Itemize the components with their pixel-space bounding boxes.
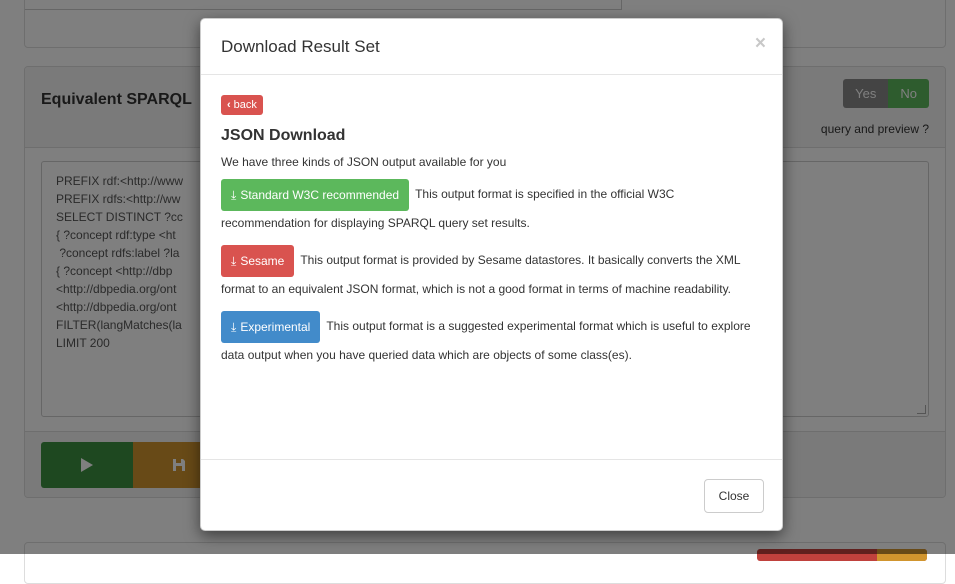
close-button[interactable]: Close <box>704 479 764 513</box>
format-experimental: ⤓ Experimental This output format is a sug… <box>221 311 762 367</box>
download-sesame-label: Sesame <box>240 254 285 268</box>
modal-body: ‹ back JSON Download We have three kinds … <box>221 95 762 367</box>
format-standard: ⤓ Standard W3C recommended This output for… <box>221 179 762 235</box>
download-sesame-button[interactable]: ⤓ Sesame <box>221 245 295 277</box>
back-button[interactable]: ‹ back <box>221 95 263 115</box>
download-icon: ⤓ <box>231 254 237 268</box>
intro-text: We have three kinds of JSON output avail… <box>221 155 507 169</box>
download-icon: ⤓ <box>231 188 237 202</box>
chevron-left-icon: ‹ <box>227 99 231 111</box>
download-standard-label: Standard W3C recommended <box>240 188 400 202</box>
modal-close-x-button[interactable]: × <box>755 34 766 54</box>
modal-footer: Close <box>201 459 782 532</box>
download-experimental-button[interactable]: ⤓ Experimental <box>221 311 321 343</box>
modal-header: Download Result Set × <box>201 19 782 75</box>
section-title: JSON Download <box>221 127 346 144</box>
modal-title: Download Result Set <box>221 37 380 56</box>
download-standard-button[interactable]: ⤓ Standard W3C recommended <box>221 179 410 211</box>
download-icon: ⤓ <box>231 320 237 334</box>
format-sesame: ⤓ Sesame This output format is provided by… <box>221 245 762 301</box>
download-experimental-label: Experimental <box>240 320 311 334</box>
download-modal: Download Result Set × ‹ back JSON Downloa… <box>200 18 783 531</box>
format-sesame-description: This output format is provided by Sesame… <box>221 253 741 296</box>
back-button-label: back <box>233 99 257 111</box>
